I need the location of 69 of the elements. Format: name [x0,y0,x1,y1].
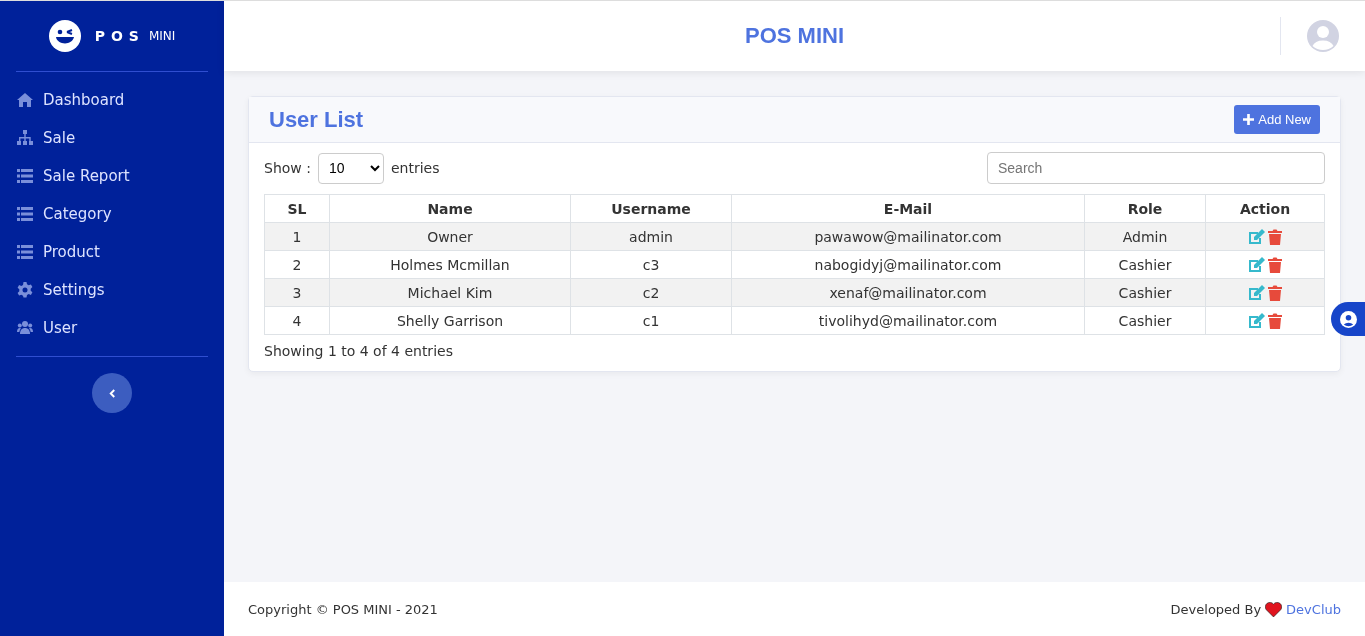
developed-by-text: Developed By [1170,601,1262,617]
table-cell: xenaf@mailinator.com [731,278,1085,307]
trash-icon[interactable] [1268,228,1282,245]
developer-link[interactable]: DevClub [1286,601,1341,617]
table-cell: 2 [264,250,330,279]
trash-icon[interactable] [1268,312,1282,329]
home-icon [16,92,34,108]
card-title: User List [269,106,364,133]
column-header: Role [1084,194,1206,223]
search-field[interactable]: Search [987,152,1325,184]
sitemap-icon [16,130,34,146]
table-info-text: Showing 1 to 4 of 4 entries [264,343,454,359]
logo-text: POS [94,28,145,44]
sidebar-item[interactable]: Settings [16,271,208,309]
table-cell: Michael Kim [329,278,571,307]
plus-icon [1243,114,1255,125]
sidebar-item[interactable]: User [16,309,208,347]
list-icon [16,244,34,260]
table-cell: Owner [329,222,571,251]
table-cell: Shelly Garrison [329,306,571,335]
table-cell: Cashier [1084,278,1206,307]
user-circle-icon [1339,310,1357,328]
list-icon [16,206,34,222]
winking-face-icon [48,20,81,52]
edit-icon[interactable] [1248,312,1266,329]
trash-icon[interactable] [1268,256,1282,273]
table-cell: Cashier [1084,250,1206,279]
table-cell: admin [570,222,732,251]
sidebar-item[interactable]: Dashboard [16,81,208,119]
column-header: Action [1205,194,1325,223]
table-cell: 1 [264,222,330,251]
edit-icon[interactable] [1248,256,1266,273]
table-cell: c2 [570,278,732,307]
settings-icon [16,282,34,298]
app-title: POS MINI [745,23,844,49]
copyright-text: Copyright © POS MINI - 2021 [248,601,438,617]
table-cell: 4 [264,306,330,335]
sidebar-item[interactable]: Product [16,233,208,271]
table-cell: Holmes Mcmillan [329,250,571,279]
chevron-left-icon [108,388,116,398]
table-cell: Admin [1084,222,1206,251]
collapse-sidebar-button[interactable] [92,373,132,413]
column-header: Username [570,194,732,223]
heart-icon [1265,601,1283,617]
table-cell: pawawow@mailinator.com [731,222,1085,251]
column-header: E-Mail [731,194,1085,223]
logo-subtext: MINI [148,29,176,43]
table-cell: tivolihyd@mailinator.com [731,306,1085,335]
table-cell: c3 [570,250,732,279]
sidebar-item[interactable]: Sale [16,119,208,157]
show-label: Show : [264,160,311,176]
table-cell: 3 [264,278,330,307]
table-cell: nabogidyj@mailinator.com [731,250,1085,279]
trash-icon[interactable] [1268,284,1282,301]
column-header: SL [264,194,330,223]
entries-label: entries [390,160,440,176]
table-cell: Cashier [1084,306,1206,335]
user-avatar-icon[interactable] [1307,20,1339,52]
sidebar-item[interactable]: Category [16,195,208,233]
users-icon [16,320,34,336]
sidebar-item[interactable]: Sale Report [16,157,208,195]
floating-user-button[interactable] [1331,302,1365,336]
add-new-button[interactable]: Add New [1234,105,1320,134]
page-size-select[interactable]: 10 [317,152,384,184]
edit-icon[interactable] [1248,228,1266,245]
edit-icon[interactable] [1248,284,1266,301]
table-cell: c1 [570,306,732,335]
column-header: Name [329,194,571,223]
list-icon [16,168,34,184]
